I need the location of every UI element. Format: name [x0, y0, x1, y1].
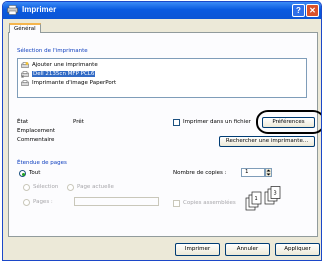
printer-item-paperport[interactable]: Imprimante d'image PaperPort	[21, 79, 116, 87]
state-label: État	[17, 119, 29, 125]
printer-name: Dell 2135cn MFP PCL6	[32, 71, 96, 77]
selection-radio[interactable]	[23, 184, 30, 191]
printer-icon	[21, 70, 29, 78]
current-page-label: Page actuelle	[77, 184, 114, 190]
all-pages-radio[interactable]	[19, 170, 26, 177]
apply-button[interactable]: Appliquer	[275, 243, 320, 256]
location-label: Emplacement	[17, 128, 56, 134]
printer-title-icon	[7, 5, 18, 15]
print-to-file-checkbox[interactable]	[173, 119, 180, 126]
pages-label: Pages :	[33, 199, 53, 205]
svg-text:1: 1	[255, 196, 258, 202]
title-bar: Imprimer ? ✕	[3, 2, 321, 19]
window-title: Imprimer	[22, 5, 57, 14]
print-button[interactable]: Imprimer	[175, 243, 220, 256]
copies-input[interactable]: 1	[241, 168, 265, 177]
printer-selection-heading: Sélection de l'imprimante	[17, 48, 88, 54]
preferences-highlight-ellipse	[256, 110, 321, 134]
page-range-heading: Étendue de pages	[17, 160, 67, 166]
state-value: Prêt	[73, 119, 84, 125]
comment-label: Commentaire	[17, 137, 55, 143]
printer-name: Ajouter une imprimante	[32, 62, 98, 68]
copies-label: Nombre de copies :	[173, 170, 227, 176]
current-page-radio[interactable]	[67, 184, 74, 191]
help-button[interactable]: ?	[292, 4, 305, 17]
cancel-button[interactable]: Annuler	[225, 243, 270, 256]
printer-list[interactable]: Ajouter une imprimante Dell 2135cn MFP P…	[17, 58, 307, 98]
svg-text:3: 3	[274, 191, 277, 197]
print-to-file-label: Imprimer dans un fichier	[183, 119, 251, 125]
print-dialog: Imprimer ? ✕ Général Sélection de l'impr…	[2, 1, 322, 261]
close-button[interactable]: ✕	[306, 4, 319, 17]
printer-name: Imprimante d'image PaperPort	[32, 80, 117, 86]
general-panel: Sélection de l'imprimante Ajouter une im…	[8, 32, 321, 237]
printer-item-add[interactable]: Ajouter une imprimante	[21, 61, 98, 69]
all-pages-label: Tout	[29, 170, 41, 176]
pages-input[interactable]	[74, 197, 159, 206]
collate-label: Copies assemblées	[183, 200, 236, 206]
add-printer-icon	[21, 61, 29, 68]
find-printer-button[interactable]: Rechercher une imprimante...	[219, 136, 315, 147]
printer-item-dell[interactable]: Dell 2135cn MFP PCL6	[21, 70, 96, 78]
selection-label: Sélection	[33, 184, 59, 190]
collate-checkbox[interactable]	[173, 200, 180, 207]
collate-pages-icon: 1 3	[245, 186, 281, 211]
tab-general[interactable]: Général	[9, 23, 41, 33]
printer-icon	[21, 79, 29, 86]
spinner-arrows-icon	[266, 169, 271, 176]
copies-spinner[interactable]	[265, 168, 272, 177]
pages-radio[interactable]	[23, 199, 30, 206]
